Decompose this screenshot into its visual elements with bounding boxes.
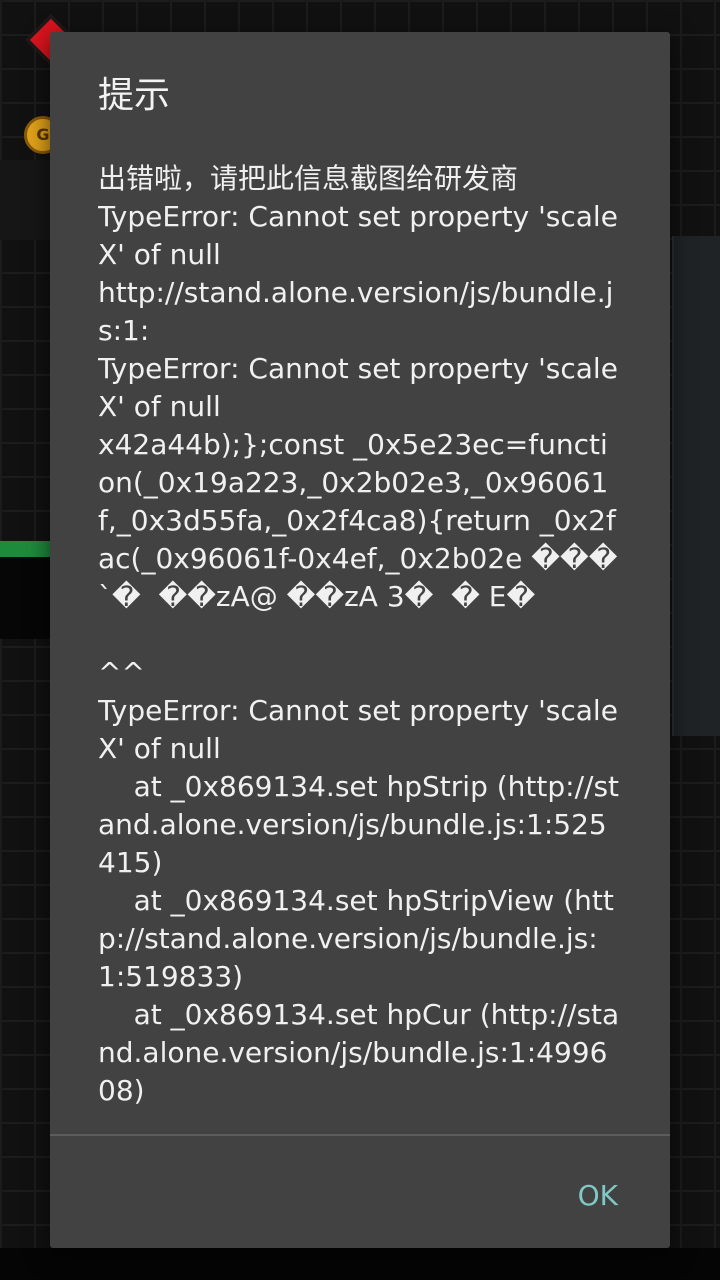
ok-button[interactable]: OK (566, 1170, 630, 1222)
dialog-title: 提示 (98, 75, 171, 116)
error-message: 出错啦，请把此信息截图给研发商 TypeError: Cannot set pr… (98, 162, 620, 1107)
error-dialog: 提示 出错啦，请把此信息截图给研发商 TypeError: Cannot set… (50, 32, 670, 1248)
background-side-panel (0, 160, 50, 240)
background-dark-band (0, 557, 50, 639)
background-green-bar (0, 541, 50, 557)
dialog-divider (50, 1134, 670, 1136)
background-right-panel (672, 236, 720, 736)
bottom-bar (0, 1248, 720, 1280)
